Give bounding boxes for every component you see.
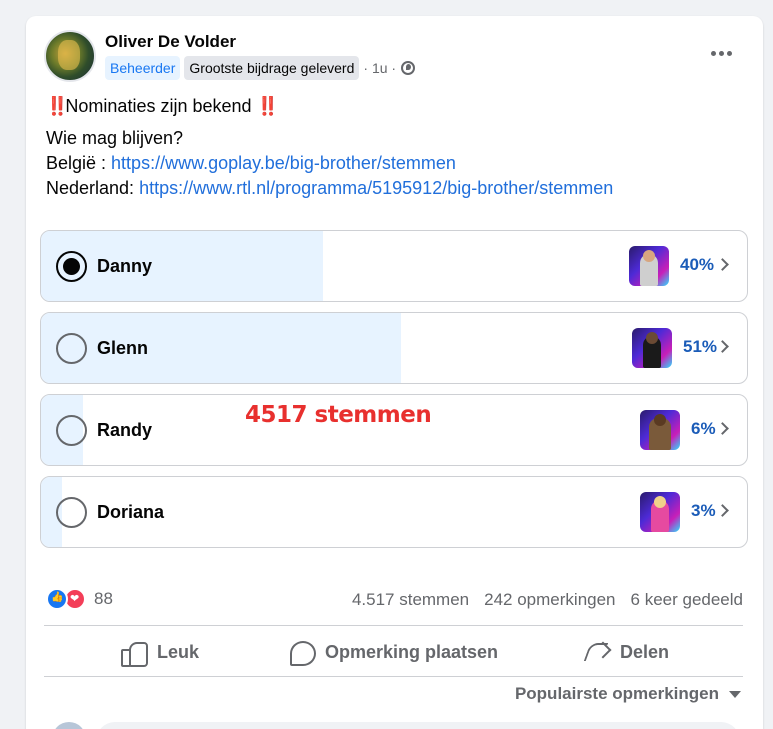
double-exclamation-icon: ‼️	[256, 96, 279, 116]
belgie-label: België :	[46, 153, 112, 173]
poll-option-danny[interactable]: Danny 40%	[40, 230, 748, 302]
comments-sort-label: Populairste opmerkingen	[514, 684, 719, 703]
voter-avatar[interactable]	[629, 246, 669, 286]
top-contributor-badge: Grootste bijdrage geleverd	[184, 56, 360, 80]
poll-option-doriana[interactable]: Doriana 3%	[40, 476, 748, 548]
poll-percent[interactable]: 3%	[691, 501, 716, 521]
voter-avatar[interactable]	[632, 328, 672, 368]
share-count[interactable]: 6 keer gedeeld	[631, 590, 743, 610]
poll-option-label: Glenn	[97, 338, 149, 358]
vote-count-overlay: 4517 stemmen	[245, 402, 432, 428]
share-icon	[584, 640, 610, 664]
chevron-right-icon[interactable]	[716, 258, 729, 271]
post-title-text: Nominaties zijn bekend	[65, 96, 252, 116]
poll-percent[interactable]: 51%	[683, 337, 717, 357]
admin-badge: Beheerder	[105, 56, 181, 80]
post-question: Wie mag blijven?	[46, 128, 184, 148]
radio-button[interactable]	[56, 497, 87, 528]
comments-sort-dropdown[interactable]: Populairste opmerkingen	[515, 684, 741, 704]
poll-percent[interactable]: 40%	[680, 255, 714, 275]
poll-option-glenn[interactable]: Glenn 51%	[40, 312, 748, 384]
reaction-summary[interactable]: 88	[46, 588, 113, 610]
post-time[interactable]: · 1u ·	[363, 60, 396, 76]
current-user-avatar	[52, 722, 86, 729]
nederland-label: Nederland:	[46, 178, 140, 198]
thumbs-up-icon	[121, 640, 148, 667]
poll-option-label: Doriana	[97, 502, 165, 522]
comment-icon	[289, 640, 316, 666]
poll-option-label: Danny	[97, 256, 153, 276]
share-label: Delen	[620, 641, 670, 662]
author-name[interactable]: Oliver De Volder	[105, 32, 236, 52]
belgie-line: België : https://www.goplay.be/big-broth…	[46, 151, 456, 175]
poll-bar-fill	[41, 313, 402, 383]
vote-count[interactable]: 4.517 stemmen	[352, 590, 469, 610]
author-avatar[interactable]	[44, 30, 96, 82]
engagement-stats: 4.517 stemmen 242 opmerkingen 6 keer ged…	[352, 590, 743, 610]
like-button[interactable]: Leuk	[121, 636, 199, 668]
comment-input[interactable]	[96, 722, 740, 729]
caret-down-icon	[729, 690, 741, 698]
radio-button[interactable]	[56, 251, 87, 282]
radio-button[interactable]	[56, 333, 87, 364]
like-icon	[46, 588, 68, 610]
nederland-line: Nederland: https://www.rtl.nl/programma/…	[46, 176, 613, 200]
comment-button[interactable]: Opmerking plaatsen	[289, 636, 498, 668]
double-exclamation-icon: ‼️	[46, 96, 68, 116]
chevron-right-icon[interactable]	[716, 504, 729, 517]
reaction-count: 88	[94, 589, 113, 608]
poll-percent[interactable]: 6%	[691, 419, 716, 439]
post-title: ‼️Nominaties zijn bekend ‼️	[46, 94, 279, 118]
voter-avatar[interactable]	[640, 410, 680, 450]
radio-button[interactable]	[56, 415, 87, 446]
share-button[interactable]: Delen	[584, 636, 669, 668]
comment-count[interactable]: 242 opmerkingen	[484, 590, 615, 610]
globe-icon	[401, 61, 416, 75]
belgie-link[interactable]: https://www.goplay.be/big-brother/stemme…	[111, 153, 456, 173]
chevron-right-icon[interactable]	[716, 422, 729, 435]
post-card: Oliver De Volder Beheerder Grootste bijd…	[26, 16, 763, 729]
poll-option-label: Randy	[97, 420, 153, 440]
more-options-icon[interactable]	[706, 40, 736, 66]
chevron-right-icon[interactable]	[716, 340, 729, 353]
like-label: Leuk	[157, 641, 200, 662]
comment-label: Opmerking plaatsen	[325, 641, 499, 662]
divider	[44, 625, 743, 626]
nederland-link[interactable]: https://www.rtl.nl/programma/5195912/big…	[139, 178, 613, 198]
divider	[44, 676, 743, 677]
voter-avatar[interactable]	[640, 492, 680, 532]
post-meta: Beheerder Grootste bijdrage geleverd · 1…	[105, 56, 416, 80]
